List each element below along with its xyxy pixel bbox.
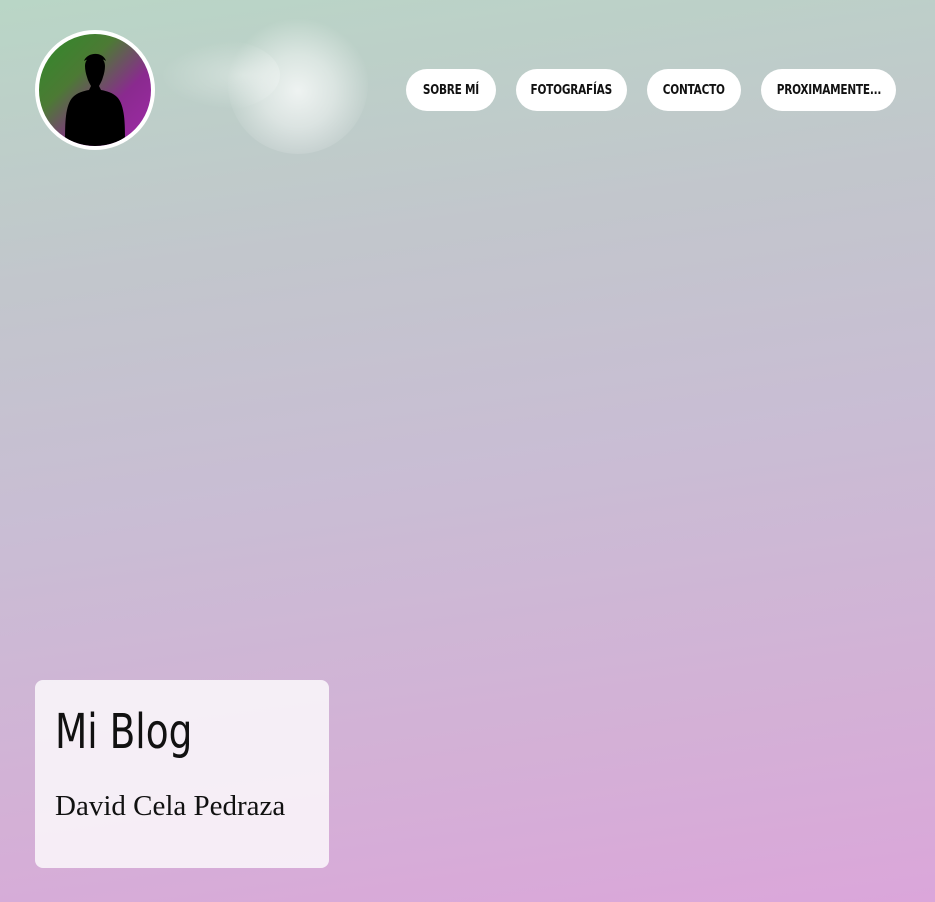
main-navigation: SOBRE MÍ FOTOGRAFÍAS CONTACTO PROXIMAMEN…	[406, 69, 896, 111]
nav-contacto-button[interactable]: CONTACTO	[647, 69, 741, 111]
nav-proximamente-label: PROXIMAMENTE...	[776, 82, 881, 98]
background-light-flare	[228, 14, 368, 154]
author-name: David Cela Pedraza	[55, 790, 286, 822]
person-silhouette-icon	[65, 53, 125, 146]
hero-title-card: Mi Blog David Cela Pedraza	[35, 680, 329, 868]
nav-contacto-label: CONTACTO	[662, 82, 725, 98]
nav-proximamente-button[interactable]: PROXIMAMENTE...	[761, 69, 896, 111]
nav-fotografias-button[interactable]: FOTOGRAFÍAS	[516, 69, 627, 111]
profile-avatar[interactable]	[35, 30, 155, 150]
background-light-trail	[160, 40, 280, 110]
nav-sobre-mi-button[interactable]: SOBRE MÍ	[406, 69, 496, 111]
blog-title: Mi Blog	[55, 704, 193, 760]
nav-fotografias-label: FOTOGRAFÍAS	[530, 82, 613, 98]
nav-sobre-mi-label: SOBRE MÍ	[422, 82, 480, 98]
